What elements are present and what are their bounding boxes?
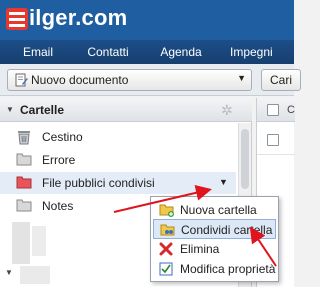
logo-badge-icon <box>6 8 28 30</box>
menu-item-nuova-cartella[interactable]: Nuova cartella <box>153 200 276 220</box>
gear-icon[interactable]: ✲ <box>221 102 233 119</box>
collapse-triangle-icon[interactable]: ▼ <box>5 268 13 277</box>
obscured-content <box>20 266 50 284</box>
row-checkbox[interactable] <box>267 134 279 146</box>
menu-item-elimina[interactable]: Elimina <box>153 239 276 259</box>
table-header: C <box>257 98 295 122</box>
folder-icon <box>16 152 32 169</box>
share-folder-icon <box>160 223 176 240</box>
folder-menu-chevron-down-icon[interactable]: ▼ <box>219 177 228 187</box>
delete-x-icon <box>159 242 173 259</box>
trash-icon <box>16 129 32 148</box>
main-nav: Email Contatti Agenda Impegni <box>0 40 294 64</box>
tab-impegni[interactable]: Impegni <box>222 40 294 64</box>
folder-item-cestino[interactable]: Cestino <box>0 126 236 148</box>
menu-item-label: Modifica proprietà <box>180 262 276 276</box>
folder-item-label: Cestino <box>42 130 83 144</box>
menu-item-label: Condividi cartella <box>181 223 273 237</box>
column-header[interactable]: C <box>287 104 295 116</box>
new-document-label: Nuovo documento <box>31 73 129 87</box>
menu-item-label: Elimina <box>180 242 220 256</box>
folders-panel-header[interactable]: ▼ Cartelle ✲ <box>0 98 252 122</box>
edit-properties-icon <box>159 262 173 279</box>
collapse-triangle-icon[interactable]: ▼ <box>6 105 14 114</box>
scrollbar-thumb[interactable] <box>241 129 249 189</box>
toolbar: Nuovo documento ▼ Cari <box>0 64 301 96</box>
folder-item-label: Errore <box>42 153 76 167</box>
tab-contatti[interactable]: Contatti <box>76 40 140 64</box>
folder-item-errore[interactable]: Errore <box>0 149 236 171</box>
menu-item-condividi-cartella[interactable]: Condividi cartella <box>153 219 276 239</box>
chevron-down-icon: ▼ <box>237 73 246 83</box>
shared-folder-icon <box>16 175 32 192</box>
tab-email[interactable]: Email <box>0 40 76 64</box>
menu-item-modifica-proprieta[interactable]: Modifica proprietà <box>153 259 276 279</box>
folder-item-label: File pubblici condivisi <box>42 176 155 190</box>
new-document-button[interactable]: Nuovo documento ▼ <box>7 69 252 91</box>
new-folder-icon <box>159 203 175 220</box>
obscured-content <box>12 222 30 264</box>
folder-icon <box>16 198 32 215</box>
folder-context-menu: Nuova cartella Condividi cartella Elimin… <box>150 196 279 282</box>
select-all-checkbox[interactable] <box>267 104 279 116</box>
folder-item-label: Notes <box>42 199 74 213</box>
folder-item-file-pubblici-condivisi[interactable]: File pubblici condivisi ▼ <box>0 172 236 194</box>
document-edit-icon <box>15 73 28 90</box>
app-header: ilger.com <box>0 0 294 40</box>
menu-item-label: Nuova cartella <box>180 203 257 217</box>
folders-panel-title: Cartelle <box>20 103 65 117</box>
tab-agenda[interactable]: Agenda <box>140 40 222 64</box>
obscured-content <box>32 226 46 256</box>
logo-text[interactable]: ilger.com <box>29 5 127 31</box>
upload-button[interactable]: Cari <box>261 69 301 91</box>
row-divider <box>257 154 295 155</box>
